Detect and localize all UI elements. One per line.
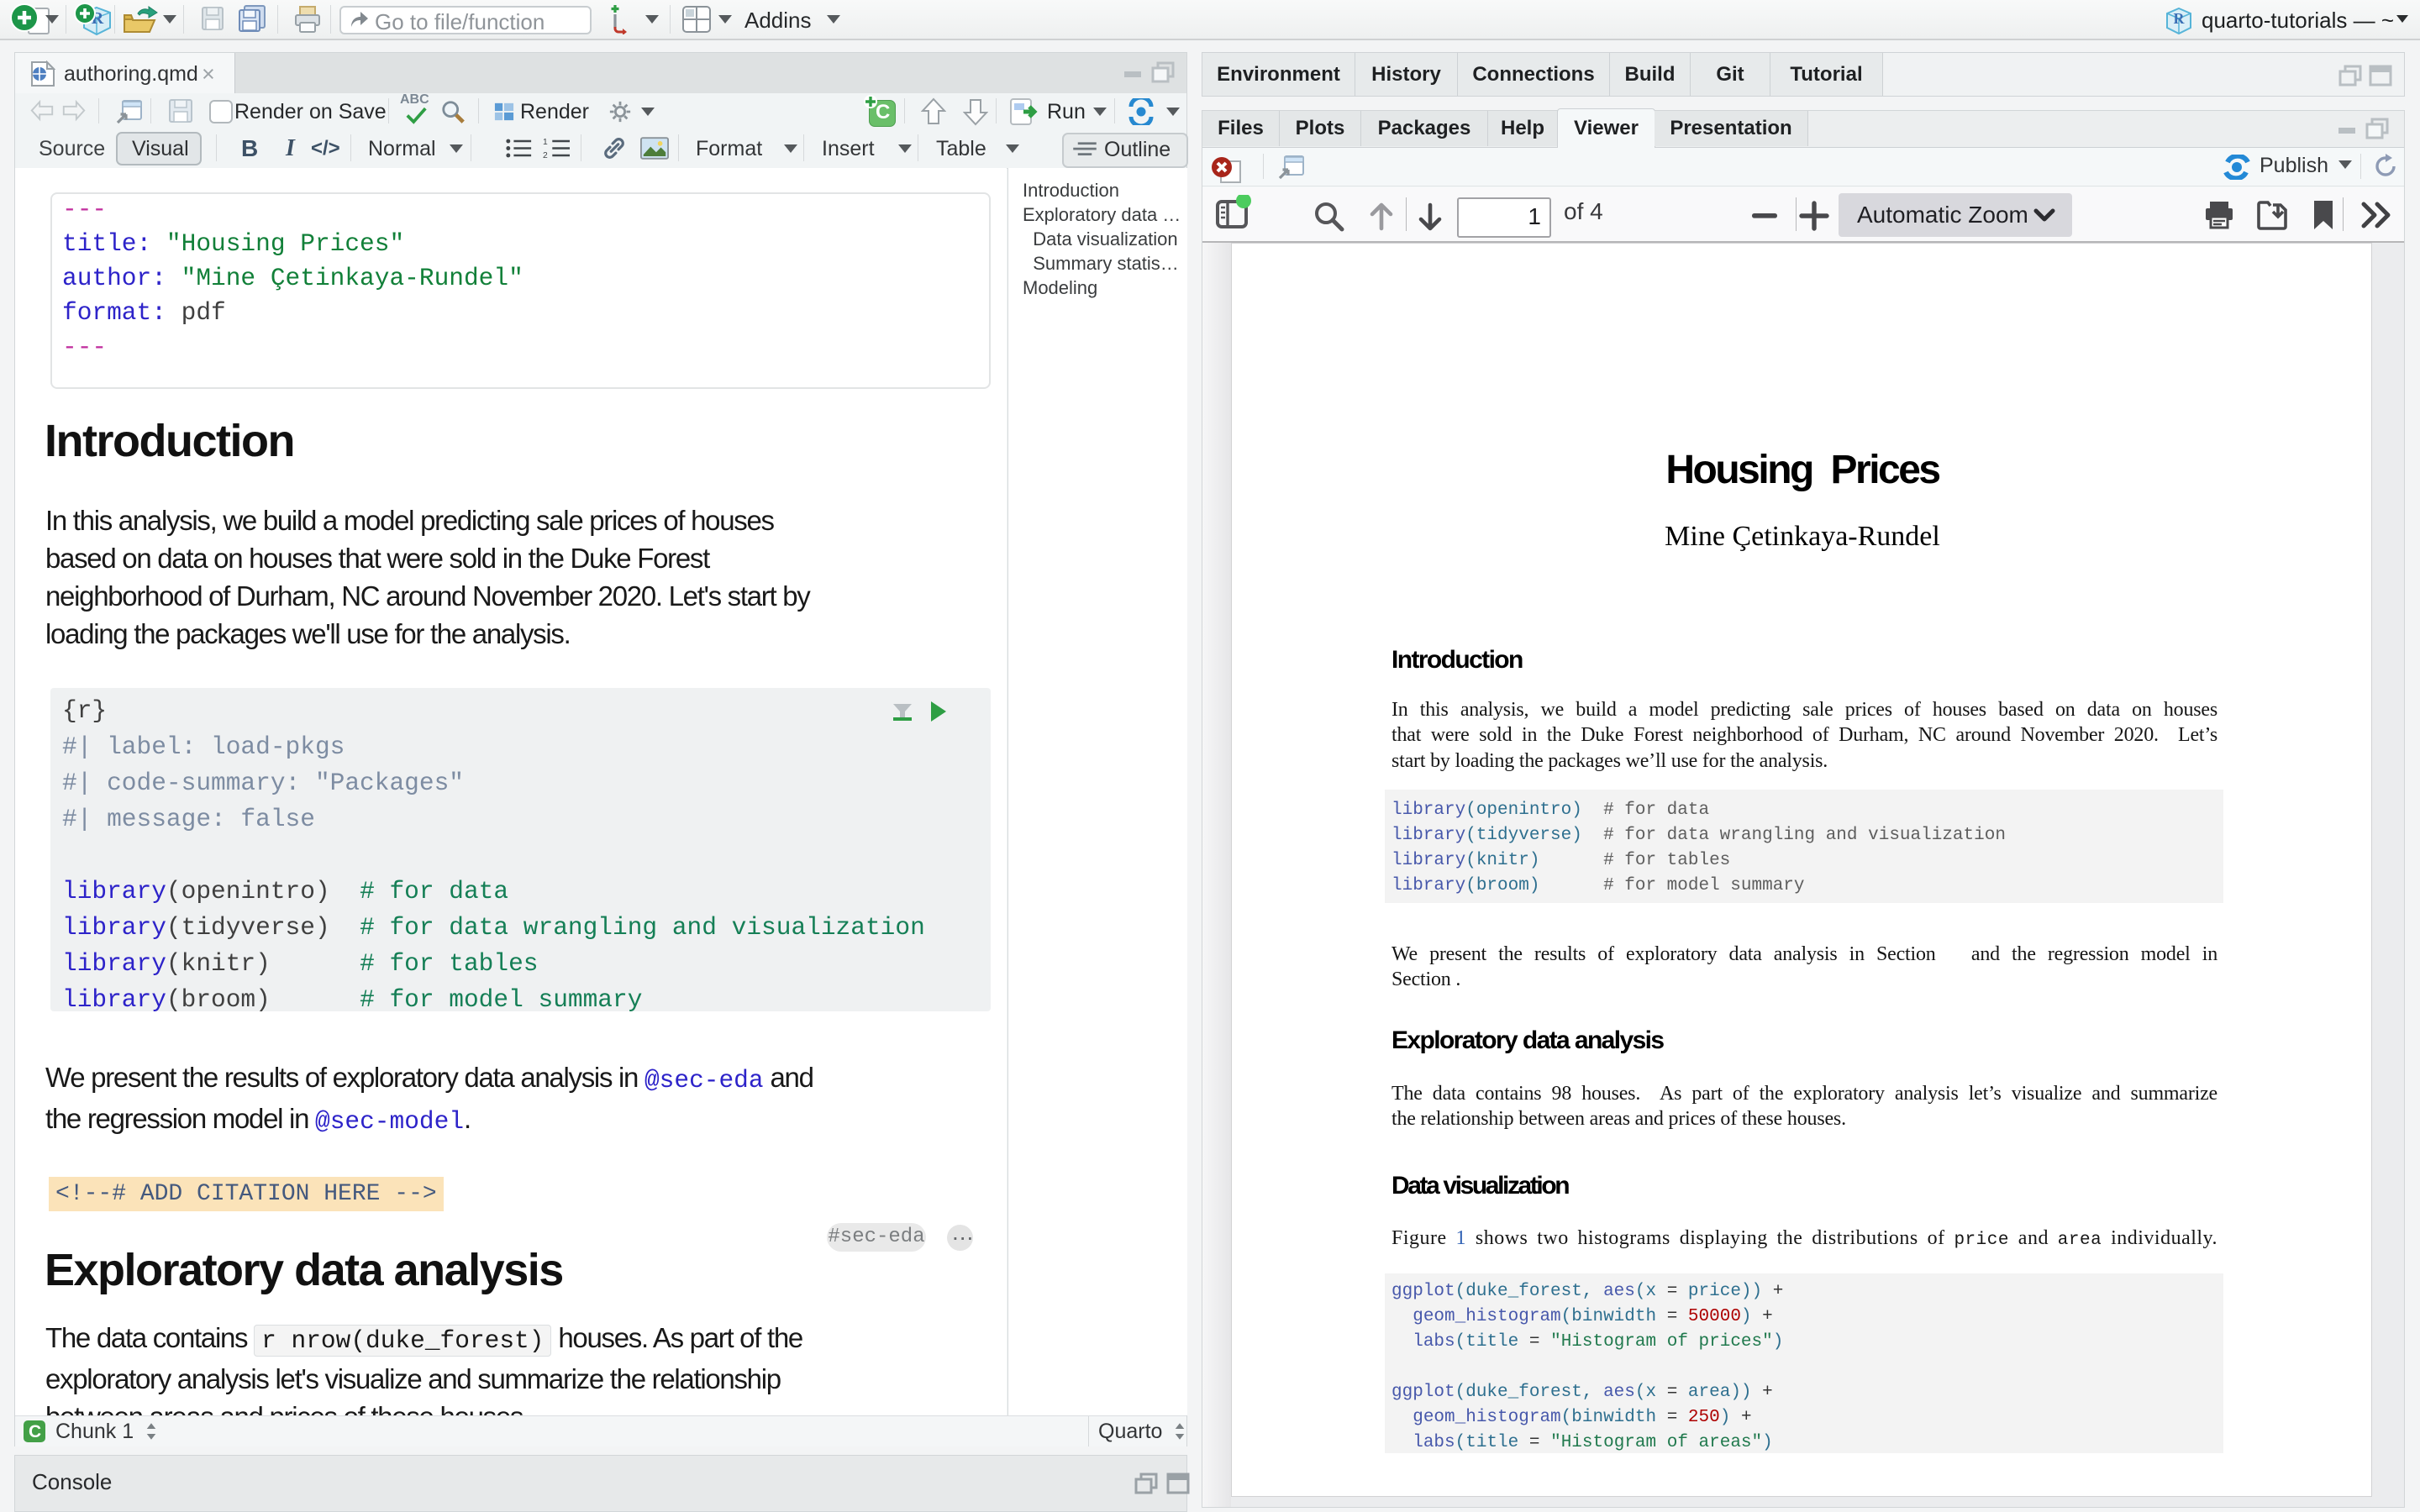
svg-text:R: R bbox=[2174, 10, 2186, 27]
svg-text:1: 1 bbox=[543, 138, 548, 147]
svg-text:2: 2 bbox=[543, 151, 548, 159]
